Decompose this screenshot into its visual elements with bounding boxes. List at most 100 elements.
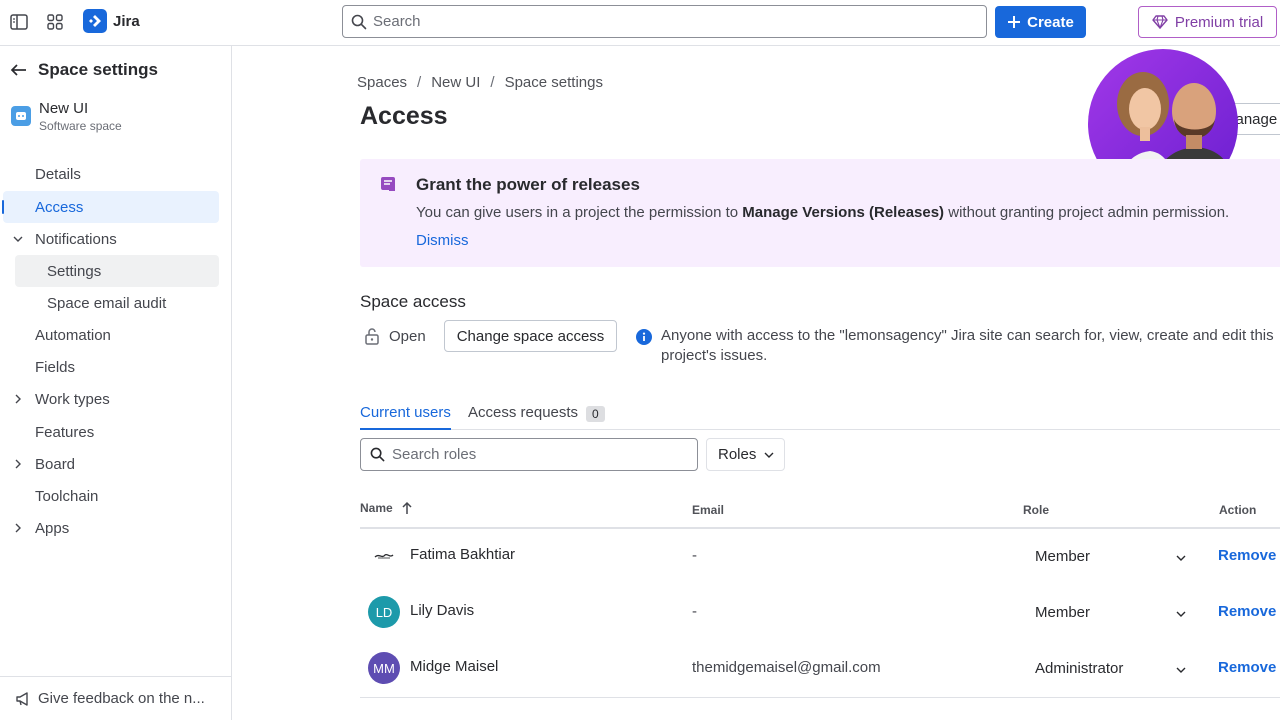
chevron-right-icon[interactable] — [12, 393, 24, 405]
sidebar-item-settings[interactable]: Settings — [15, 255, 219, 287]
back-arrow-icon[interactable] — [10, 63, 28, 77]
table-row: LD Lily Davis - Member Remove — [360, 584, 1280, 640]
sidebar-item-label: Notifications — [35, 230, 117, 248]
info-icon — [636, 329, 652, 345]
user-email: - — [692, 547, 697, 564]
dismiss-link[interactable]: Dismiss — [416, 232, 469, 249]
search-input[interactable] — [373, 13, 953, 30]
table-bottom-divider — [360, 697, 1280, 698]
release-permission-banner: Grant the power of releases You can give… — [360, 159, 1280, 267]
space-access-info: Anyone with access to the "lemonsagency"… — [661, 327, 1274, 364]
role-select-value: Member — [1035, 603, 1091, 621]
user-email: - — [692, 603, 697, 620]
role-select[interactable]: Member — [1023, 596, 1195, 628]
sidebar-item-notifications[interactable]: Notifications — [3, 223, 219, 255]
sidebar-item-label: Apps — [35, 519, 70, 537]
sidebar-item-label: Space email audit — [47, 294, 167, 312]
user-tabs: Current users Access requests 0 — [360, 404, 1280, 430]
chevron-right-icon[interactable] — [12, 458, 24, 470]
chevron-down-icon[interactable] — [12, 233, 24, 245]
chevron-down-icon — [763, 449, 775, 461]
roles-filter-dropdown[interactable]: Roles — [706, 438, 785, 471]
top-navigation: Jira Create Premium trial — [0, 0, 1280, 46]
breadcrumb-space-settings[interactable]: Space settings — [505, 74, 603, 91]
breadcrumb-new-ui[interactable]: New UI — [431, 74, 480, 91]
tab-current-users[interactable]: Current users — [360, 404, 451, 430]
app-name[interactable]: Jira — [113, 13, 140, 30]
sidebar-item-automation[interactable]: Automation — [3, 319, 219, 351]
space-info[interactable]: New UI Software space — [11, 100, 122, 133]
announcement-icon — [380, 176, 396, 192]
user-name: Midge Maisel — [410, 658, 499, 675]
breadcrumb-spaces[interactable]: Spaces — [357, 74, 407, 91]
sidebar-item-toolchain[interactable]: Toolchain — [3, 480, 219, 512]
change-space-access-button[interactable]: Change space access — [444, 320, 617, 352]
search-icon — [351, 14, 367, 30]
remove-user-button[interactable]: Remove — [1218, 603, 1276, 620]
sidebar-item-label: Toolchain — [35, 487, 99, 505]
role-search[interactable] — [360, 438, 698, 471]
banner-text-before: You can give users in a project the perm… — [416, 204, 743, 221]
feedback-label: Give feedback on the n... — [38, 690, 205, 707]
user-name: Lily Davis — [410, 602, 475, 619]
remove-user-button[interactable]: Remove — [1218, 547, 1276, 564]
access-status: Open — [364, 327, 426, 345]
sidebar-item-label: Work types — [35, 390, 110, 408]
sidebar-title: Space settings — [38, 60, 158, 79]
user-email: themidgemaisel@gmail.com — [692, 659, 881, 676]
chevron-down-icon — [1175, 608, 1187, 620]
premium-trial-button[interactable]: Premium trial — [1138, 6, 1277, 38]
roles-filter-label: Roles — [718, 446, 757, 463]
banner-text-bold: Manage Versions (Releases) — [742, 204, 945, 221]
space-access-heading: Space access — [360, 292, 466, 311]
sidebar-item-label: Automation — [35, 326, 111, 344]
remove-user-button[interactable]: Remove — [1218, 659, 1276, 676]
chevron-down-icon — [1175, 664, 1187, 676]
column-header-email: Email — [692, 503, 725, 517]
sidebar-item-features[interactable]: Features — [3, 416, 219, 448]
access-status-label: Open — [389, 327, 426, 345]
banner-text-after: without granting project admin permissio… — [944, 204, 1230, 221]
chevron-right-icon[interactable] — [12, 522, 24, 534]
sidebar-item-fields[interactable]: Fields — [3, 351, 219, 383]
sidebar-item-label: Details — [35, 165, 81, 183]
search-roles-input[interactable] — [392, 446, 682, 463]
sidebar-item-work-types[interactable]: Work types — [3, 383, 219, 415]
column-header-name[interactable]: Name — [360, 501, 413, 515]
avatar — [368, 540, 400, 572]
avatar: LD — [368, 596, 400, 628]
sidebar-item-board[interactable]: Board — [3, 448, 219, 480]
column-header-action: Action — [1219, 503, 1257, 517]
sidebar-item-details[interactable]: Details — [3, 158, 219, 190]
space-avatar-icon — [11, 106, 31, 126]
sort-ascending-icon[interactable] — [401, 501, 413, 515]
sidebar-item-label: Board — [35, 455, 76, 473]
role-select-value: Member — [1035, 547, 1091, 565]
app-switcher-icon[interactable] — [44, 11, 66, 33]
space-type: Software space — [39, 119, 122, 133]
sidebar-toggle-icon[interactable] — [8, 11, 30, 33]
unlock-icon — [364, 327, 380, 345]
page-title: Access — [360, 102, 448, 130]
megaphone-icon — [15, 691, 31, 707]
sidebar: Space settings New UI Software space Det… — [0, 46, 232, 720]
sidebar-item-label: Fields — [35, 358, 76, 376]
role-select[interactable]: Member — [1023, 540, 1195, 572]
table-row: MM Midge Maisel themidgemaisel@gmail.com… — [360, 640, 1280, 696]
chevron-down-icon — [1175, 552, 1187, 564]
breadcrumb-separator: / — [417, 74, 422, 91]
feedback-button[interactable]: Give feedback on the n... — [0, 676, 231, 720]
tab-access-requests[interactable]: Access requests 0 — [468, 404, 605, 430]
sidebar-item-access[interactable]: Access — [2, 191, 219, 223]
search-icon — [370, 447, 385, 462]
tab-access-requests-label: Access requests — [468, 404, 579, 421]
plus-icon — [1007, 15, 1021, 29]
sidebar-item-space-email-audit[interactable]: Space email audit — [15, 287, 219, 319]
user-name: Fatima Bakhtiar — [410, 546, 516, 563]
role-select[interactable]: Administrator — [1023, 652, 1195, 684]
create-label: Create — [1027, 13, 1074, 31]
global-search[interactable] — [342, 5, 987, 38]
jira-logo-icon[interactable] — [83, 9, 107, 33]
sidebar-item-apps[interactable]: Apps — [3, 512, 219, 544]
create-button[interactable]: Create — [995, 6, 1086, 38]
